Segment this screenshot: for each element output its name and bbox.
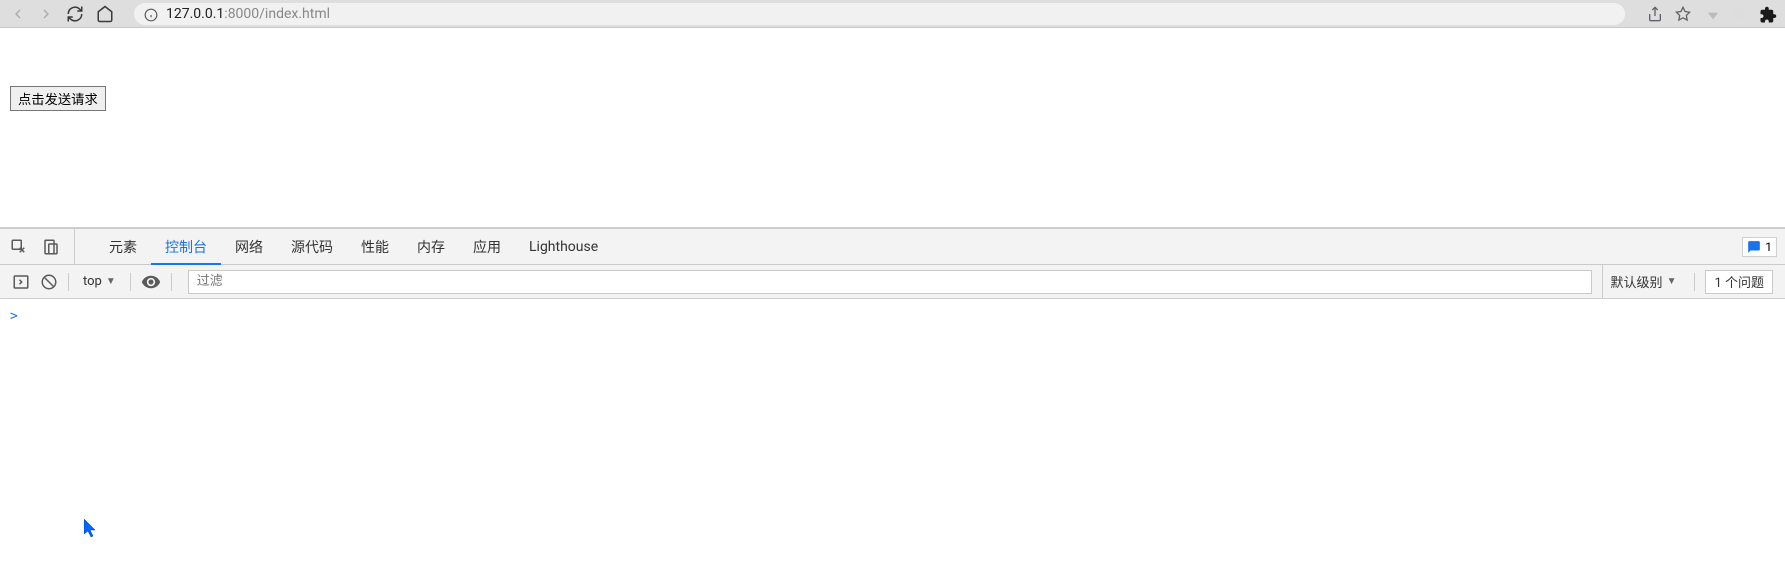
level-label: 默认级别 [1611, 272, 1663, 291]
device-toggle-icon[interactable] [42, 238, 60, 256]
down-arrow-icon[interactable] [1703, 6, 1719, 22]
browser-toolbar: 127.0.0.1:8000/index.html [0, 0, 1785, 28]
console-body[interactable]: > [0, 299, 1785, 572]
context-label: top [83, 274, 102, 289]
tab-performance[interactable]: 性能 [347, 229, 403, 264]
problems-count[interactable]: 1 个问题 [1705, 270, 1773, 294]
extensions-icon[interactable] [1759, 6, 1775, 22]
tab-sources[interactable]: 源代码 [277, 229, 347, 264]
bookmark-icon[interactable] [1675, 6, 1691, 22]
console-toolbar: top ▼ 默认级别 ▼ 1 个问题 [0, 265, 1785, 299]
console-sidebar-toggle-icon[interactable] [12, 273, 30, 291]
chevron-down-icon: ▼ [106, 276, 116, 287]
devtools-tabs: 元素 控制台 网络 源代码 性能 内存 应用 Lighthouse [95, 229, 612, 264]
site-info-icon[interactable] [144, 7, 158, 21]
tab-application[interactable]: 应用 [459, 229, 515, 264]
live-expression-icon[interactable] [141, 272, 161, 292]
chevron-down-icon: ▼ [1667, 276, 1677, 287]
url-text: 127.0.0.1:8000/index.html [166, 6, 330, 22]
devtools-tabs-bar: 元素 控制台 网络 源代码 性能 内存 应用 Lighthouse 1 [0, 229, 1785, 265]
send-request-button[interactable]: 点击发送请求 [10, 86, 106, 111]
divider [130, 273, 131, 291]
issues-chat-icon [1747, 240, 1761, 254]
placeholder-icon[interactable] [1731, 6, 1747, 22]
context-selector[interactable]: top ▼ [79, 274, 120, 289]
divider [68, 273, 69, 291]
inspect-element-icon[interactable] [10, 238, 28, 256]
tab-elements[interactable]: 元素 [95, 229, 151, 264]
page-content: 点击发送请求 [0, 28, 1785, 228]
clear-console-icon[interactable] [40, 273, 58, 291]
tab-memory[interactable]: 内存 [403, 229, 459, 264]
log-level-selector[interactable]: 默认级别 ▼ [1602, 265, 1685, 298]
divider [171, 273, 172, 291]
issues-count: 1 [1765, 240, 1772, 254]
filter-input[interactable] [188, 270, 1592, 294]
tab-network[interactable]: 网络 [221, 229, 277, 264]
back-button[interactable] [10, 6, 26, 22]
console-prompt: > [10, 309, 18, 324]
address-bar[interactable]: 127.0.0.1:8000/index.html [134, 3, 1625, 25]
devtools-panel: 元素 控制台 网络 源代码 性能 内存 应用 Lighthouse 1 [0, 228, 1785, 572]
divider [1694, 273, 1695, 291]
share-icon[interactable] [1647, 6, 1663, 22]
forward-button[interactable] [38, 6, 54, 22]
reload-button[interactable] [66, 5, 84, 23]
toolbar-right [1647, 6, 1775, 22]
devtools-right: 1 [1742, 229, 1785, 264]
issues-badge[interactable]: 1 [1742, 237, 1777, 257]
home-button[interactable] [96, 5, 114, 23]
tab-lighthouse[interactable]: Lighthouse [515, 229, 612, 264]
problems-label: 1 个问题 [1714, 272, 1764, 291]
devtools-left-icons [10, 229, 75, 264]
tab-console[interactable]: 控制台 [151, 229, 221, 264]
